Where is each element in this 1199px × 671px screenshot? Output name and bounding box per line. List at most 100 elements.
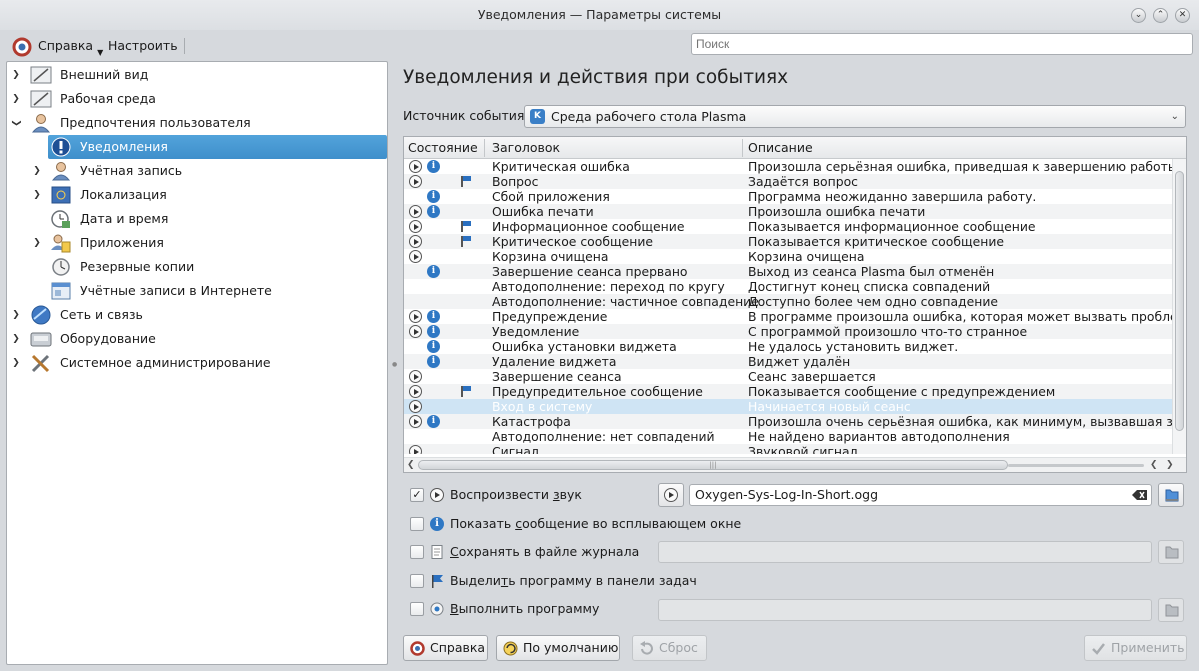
table-row[interactable]: i Предупреждение В программе произошла оши… (404, 309, 1174, 324)
expand-arrow-icon[interactable]: ❯ (32, 231, 42, 255)
column-separator[interactable] (484, 139, 485, 157)
play-sound-label[interactable]: Воспроизвести звук (450, 485, 582, 505)
reset-button[interactable]: Сброс (632, 635, 707, 661)
maximize-button[interactable]: ⌃ (1153, 8, 1168, 23)
scroll-left-icon[interactable]: ❮ (407, 458, 415, 472)
vertical-scrollbar[interactable] (1172, 159, 1186, 454)
scrollbar-thumb[interactable] (1175, 171, 1184, 431)
sidebar-item-applications[interactable]: ❯ Приложения (7, 231, 387, 255)
log-file-field[interactable] (658, 541, 1152, 563)
event-title: Сигнал (492, 444, 539, 454)
table-row[interactable]: i Критическая ошибка Произошла серьёзная о… (404, 159, 1174, 174)
taskbar-checkbox[interactable] (410, 574, 424, 588)
table-row[interactable]: i Завершение сеанса прервано Выход из сеан… (404, 264, 1174, 279)
sidebar-item-appearance[interactable]: ❯ Внешний вид (7, 63, 387, 87)
table-row[interactable]: Автодополнение: переход по кругу Достигну… (404, 279, 1174, 294)
sound-file-field[interactable]: Oxygen-Sys-Log-In-Short.ogg (689, 484, 1152, 506)
play-icon[interactable] (409, 400, 422, 413)
sidebar-item-system-admin[interactable]: ❯ Системное администрирование (7, 351, 387, 375)
sidebar-item-hardware[interactable]: ❯ Оборудование (7, 327, 387, 351)
horizontal-scrollbar[interactable]: ❮ ||| ❮ ❯ (404, 457, 1186, 472)
taskbar-label[interactable]: Выделить программу в панели задач (450, 571, 697, 591)
play-icon[interactable] (409, 235, 422, 248)
table-row[interactable]: Критическое сообщение Показывается критич… (404, 234, 1174, 249)
column-separator[interactable] (742, 139, 743, 157)
run-program-label[interactable]: Выполнить программу (450, 599, 599, 619)
event-source-select[interactable]: K Среда рабочего стола Plasma ⌄ (524, 105, 1186, 128)
sidebar-item-online-accounts[interactable]: Учётные записи в Интернете (7, 279, 387, 303)
log-label[interactable]: Сохранять в файле журнала (450, 542, 639, 562)
table-row[interactable]: i Катастрофа Произошла очень серьёзная оши… (404, 414, 1174, 429)
scroll-right-icon[interactable]: ❯ (1166, 458, 1174, 472)
sidebar-item-workspace[interactable]: ❯ Рабочая среда (7, 87, 387, 111)
table-row[interactable]: i Уведомление С программой произошло что-т… (404, 324, 1174, 339)
table-row[interactable]: Автодополнение: частичное совпадение Дост… (404, 294, 1174, 309)
play-icon[interactable] (409, 205, 422, 218)
sidebar-item-localization[interactable]: ❯ Локализация (7, 183, 387, 207)
table-row[interactable]: Вход в систему Начинается новый сеанс (404, 399, 1174, 414)
run-program-checkbox[interactable] (410, 602, 424, 616)
browse-log-button[interactable] (1158, 540, 1184, 564)
sidebar-item-notifications[interactable]: Уведомления (48, 135, 387, 159)
apply-button[interactable]: Применить (1084, 635, 1187, 661)
log-checkbox[interactable] (410, 545, 424, 559)
table-row[interactable]: Предупредительное сообщение Показывается … (404, 384, 1174, 399)
event-description: Произошла ошибка печати (748, 204, 926, 219)
play-icon[interactable] (409, 385, 422, 398)
close-button[interactable]: ✕ (1175, 8, 1190, 23)
play-icon[interactable] (409, 160, 422, 173)
expand-arrow-icon[interactable]: ❯ (11, 303, 21, 327)
program-path-field[interactable] (658, 599, 1152, 621)
play-icon[interactable] (409, 220, 422, 233)
browse-sound-button[interactable] (1158, 483, 1184, 507)
play-sound-checkbox[interactable]: ✓ (410, 488, 424, 502)
table-row[interactable]: Корзина очищена Корзина очищена (404, 249, 1174, 264)
preview-sound-button[interactable] (658, 483, 684, 507)
popup-label[interactable]: Показать сообщение во всплывающем окне (450, 514, 741, 534)
expand-arrow-icon[interactable]: ❯ (32, 159, 42, 183)
play-icon[interactable] (409, 370, 422, 383)
table-row[interactable]: Автодополнение: нет совпадений Не найдено… (404, 429, 1174, 444)
table-row[interactable]: i Удаление виджета Виджет удалён (404, 354, 1174, 369)
expand-arrow-icon[interactable]: ❯ (11, 87, 21, 111)
play-icon[interactable] (409, 325, 422, 338)
table-row[interactable]: Информационное сообщение Показывается инф… (404, 219, 1174, 234)
expand-arrow-icon[interactable]: ❯ (11, 63, 21, 87)
help-button[interactable]: Справка (403, 635, 488, 661)
configure-button[interactable]: Настроить (108, 35, 178, 57)
clear-icon[interactable] (1132, 489, 1148, 501)
table-row[interactable]: Завершение сеанса Сеанс завершается (404, 369, 1174, 384)
table-row[interactable]: Вопрос Задаётся вопрос (404, 174, 1174, 189)
table-row[interactable]: i Сбой приложения Программа неожиданно зав… (404, 189, 1174, 204)
info-icon: i (427, 340, 440, 353)
column-header-description[interactable]: Описание (748, 140, 813, 155)
table-row[interactable]: i Ошибка установки виджета Не удалось уста… (404, 339, 1174, 354)
play-icon[interactable] (409, 175, 422, 188)
expand-arrow-icon[interactable]: ❯ (11, 351, 21, 375)
scrollbar-thumb[interactable]: ||| (418, 460, 1008, 470)
column-header-state[interactable]: Состояние (408, 140, 478, 155)
column-header-title[interactable]: Заголовок (492, 140, 560, 155)
play-icon[interactable] (409, 250, 422, 263)
expand-arrow-icon[interactable]: ❯ (32, 183, 42, 207)
sidebar-item-network[interactable]: ❯ Сеть и связь (7, 303, 387, 327)
sidebar-item-user-preferences[interactable]: ❯ Предпочтения пользователя (7, 111, 387, 135)
sidebar-item-account[interactable]: ❯ Учётная запись (7, 159, 387, 183)
minimize-button[interactable]: ⌄ (1131, 8, 1146, 23)
search-input[interactable] (691, 33, 1193, 55)
sidebar-item-date-time[interactable]: Дата и время (7, 207, 387, 231)
table-row[interactable]: Сигнал Звуковой сигнал (404, 444, 1174, 454)
help-menu-button[interactable]: Справка ▼ (12, 35, 103, 57)
expand-arrow-icon[interactable]: ❯ (11, 327, 21, 351)
popup-checkbox[interactable] (410, 517, 424, 531)
splitter-handle[interactable]: ● (392, 361, 397, 368)
browse-program-button[interactable] (1158, 598, 1184, 622)
scroll-left-icon[interactable]: ❮ (1150, 458, 1158, 472)
sidebar-item-backup[interactable]: Резервные копии (7, 255, 387, 279)
defaults-button[interactable]: По умолчанию (496, 635, 620, 661)
table-row[interactable]: i Ошибка печати Произошла ошибка печати (404, 204, 1174, 219)
play-icon[interactable] (409, 415, 422, 428)
collapse-arrow-icon[interactable]: ❯ (4, 118, 28, 128)
play-icon[interactable] (409, 445, 422, 454)
play-icon[interactable] (409, 310, 422, 323)
